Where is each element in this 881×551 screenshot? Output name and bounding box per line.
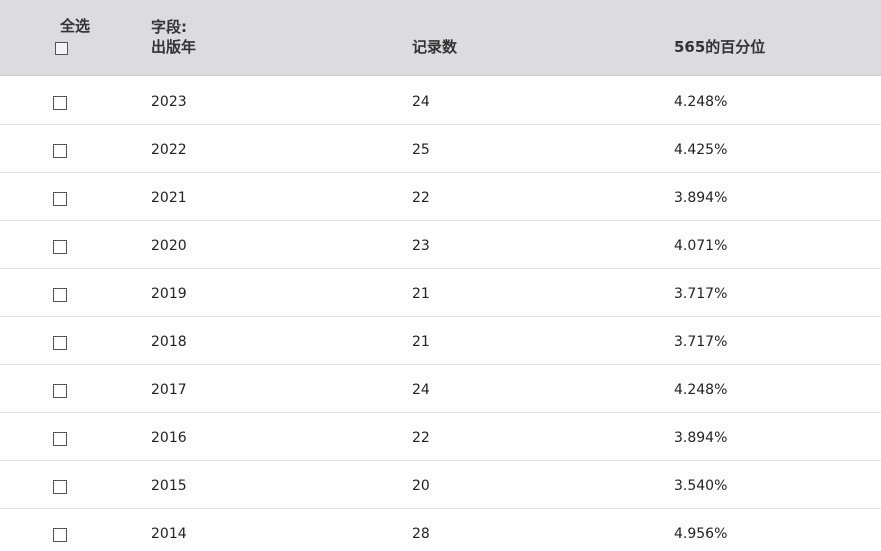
column-header-count[interactable]: 记录数: [412, 38, 457, 56]
cell-percent: 3.894%: [674, 430, 728, 446]
cell-percent: 4.956%: [674, 526, 728, 542]
cell-year: 2023: [151, 94, 187, 110]
table-header: 全选 字段: 出版年 记录数 565的百分位: [0, 0, 881, 76]
cell-percent: 4.248%: [674, 94, 728, 110]
row-checkbox[interactable]: [53, 240, 67, 254]
table-row: 2015 20 3.540%: [0, 461, 881, 509]
table-row: 2016 22 3.894%: [0, 413, 881, 461]
cell-count: 21: [412, 334, 430, 350]
cell-count: 20: [412, 478, 430, 494]
column-header-percent[interactable]: 565的百分位: [674, 38, 765, 56]
cell-count: 25: [412, 142, 430, 158]
table-row: 2020 23 4.071%: [0, 221, 881, 269]
results-table: 全选 字段: 出版年 记录数 565的百分位 2023 24 4.248% 2022 2…: [0, 0, 881, 551]
row-checkbox[interactable]: [53, 144, 67, 158]
row-checkbox[interactable]: [53, 192, 67, 206]
cell-percent: 4.425%: [674, 142, 728, 158]
cell-count: 24: [412, 94, 430, 110]
cell-count: 22: [412, 430, 430, 446]
field-prefix: 字段:: [151, 18, 187, 36]
table-row: 2022 25 4.425%: [0, 125, 881, 173]
select-all-checkbox[interactable]: [55, 42, 68, 55]
row-checkbox[interactable]: [53, 480, 67, 494]
cell-percent: 4.071%: [674, 238, 728, 254]
cell-year: 2021: [151, 190, 187, 206]
cell-year: 2014: [151, 526, 187, 542]
row-checkbox[interactable]: [53, 96, 67, 110]
field-label: 字段: 出版年: [151, 17, 196, 57]
table-row: 2014 28 4.956%: [0, 509, 881, 551]
row-checkbox[interactable]: [53, 528, 67, 542]
cell-year: 2016: [151, 430, 187, 446]
cell-percent: 3.540%: [674, 478, 728, 494]
cell-year: 2020: [151, 238, 187, 254]
row-checkbox[interactable]: [53, 384, 67, 398]
cell-count: 23: [412, 238, 430, 254]
cell-percent: 3.717%: [674, 286, 728, 302]
cell-percent: 3.717%: [674, 334, 728, 350]
cell-count: 28: [412, 526, 430, 542]
cell-count: 21: [412, 286, 430, 302]
cell-year: 2015: [151, 478, 187, 494]
cell-percent: 4.248%: [674, 382, 728, 398]
cell-year: 2019: [151, 286, 187, 302]
cell-percent: 3.894%: [674, 190, 728, 206]
table-row: 2023 24 4.248%: [0, 77, 881, 125]
table-row: 2021 22 3.894%: [0, 173, 881, 221]
row-checkbox[interactable]: [53, 432, 67, 446]
table-row: 2018 21 3.717%: [0, 317, 881, 365]
cell-year: 2018: [151, 334, 187, 350]
table-row: 2019 21 3.717%: [0, 269, 881, 317]
cell-count: 22: [412, 190, 430, 206]
select-all-label: 全选: [60, 17, 91, 35]
cell-count: 24: [412, 382, 430, 398]
field-name: 出版年: [151, 38, 197, 56]
row-checkbox[interactable]: [53, 288, 67, 302]
cell-year: 2022: [151, 142, 187, 158]
cell-year: 2017: [151, 382, 187, 398]
table-row: 2017 24 4.248%: [0, 365, 881, 413]
row-checkbox[interactable]: [53, 336, 67, 350]
